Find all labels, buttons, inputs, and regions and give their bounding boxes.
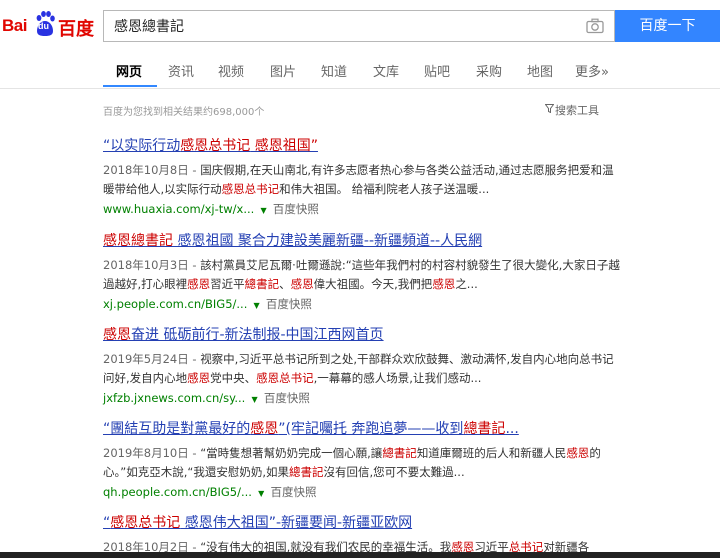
- result-url-line: qh.people.com.cn/BIG5/... ▼ 百度快照: [103, 484, 623, 500]
- search-result: “感恩总书记 感恩伟大祖国”-新疆要闻-新疆亚欧网 2018年10月2日 - “…: [103, 512, 623, 557]
- logo-text-bai: Bai: [2, 16, 27, 35]
- result-abstract: 2019年5月24日 - 视察中,习近平总书记所到之处,干部群众欢欣鼓舞、激动满…: [103, 352, 614, 385]
- dropdown-arrow-icon[interactable]: ▼: [251, 301, 262, 310]
- tab-news[interactable]: 资讯: [168, 61, 194, 80]
- search-input[interactable]: [114, 11, 584, 41]
- logo-text-cn: 百度: [58, 19, 94, 40]
- result-url[interactable]: qh.people.com.cn/BIG5/...: [103, 485, 252, 499]
- header: Bai du 百度 百度一下: [0, 0, 720, 52]
- tab-map[interactable]: 地图: [527, 61, 553, 80]
- filter-icon: [545, 104, 554, 113]
- snapshot-link[interactable]: 百度快照: [273, 202, 319, 216]
- result-title-link[interactable]: “以实际行动感恩总书记 感恩祖国”: [103, 135, 623, 155]
- result-abstract: 2018年10月3日 - 該村黨員艾尼瓦爾·吐爾遜說:“這些年我們村的村容村貌發…: [103, 258, 620, 291]
- dropdown-arrow-icon[interactable]: ▼: [249, 395, 260, 404]
- dropdown-arrow-icon[interactable]: ▼: [258, 206, 269, 215]
- baidu-logo[interactable]: Bai du 百度: [0, 10, 96, 40]
- result-title-link[interactable]: 感恩總書記 感恩祖國 聚合力建設美麗新疆--新疆頻道--人民網: [103, 230, 623, 250]
- result-url[interactable]: jxfzb.jxnews.com.cn/sy...: [103, 391, 245, 405]
- search-result: 感恩奋进 砥砺前行-新法制报-中国江西网首页 2019年5月24日 - 视察中,…: [103, 324, 623, 406]
- tab-video[interactable]: 视频: [218, 61, 244, 80]
- result-url[interactable]: xj.people.com.cn/BIG5/...: [103, 297, 247, 311]
- dropdown-arrow-icon[interactable]: ▼: [256, 489, 267, 498]
- result-title-link[interactable]: 感恩奋进 砥砺前行-新法制报-中国江西网首页: [103, 324, 623, 344]
- search-box: [103, 10, 615, 42]
- snapshot-link[interactable]: 百度快照: [266, 297, 312, 311]
- logo-text-du: du: [38, 21, 49, 31]
- search-button[interactable]: 百度一下: [615, 10, 720, 42]
- search-tools-label: 搜索工具: [555, 104, 599, 117]
- tab-more[interactable]: 更多»: [575, 61, 609, 80]
- search-result: “以实际行动感恩总书记 感恩祖国” 2018年10月8日 - 国庆假期,在天山南…: [103, 135, 623, 217]
- snapshot-link[interactable]: 百度快照: [271, 485, 317, 499]
- tab-zhidao[interactable]: 知道: [321, 61, 347, 80]
- nav-tabs: 网页 资讯 视频 图片 知道 文库 贴吧 采购 地图 更多»: [0, 52, 720, 89]
- result-abstract: 2019年8月10日 - “當時隻想著幫奶奶完成一個心願,讓總書記知道庫爾班的后…: [103, 446, 601, 479]
- camera-icon[interactable]: [586, 18, 604, 34]
- result-stats: 百度为您找到相关结果约698,000个: [103, 107, 265, 118]
- tab-web[interactable]: 网页: [116, 61, 142, 80]
- taskbar-edge: [0, 552, 720, 558]
- tab-wenku[interactable]: 文库: [373, 61, 399, 80]
- result-url-line: jxfzb.jxnews.com.cn/sy... ▼ 百度快照: [103, 390, 623, 406]
- search-result: “團結互助是對黨最好的感恩”(牢記囑托 奔跑追夢——收到總書記... 2019年…: [103, 418, 623, 500]
- tab-tieba[interactable]: 贴吧: [424, 61, 450, 80]
- result-url[interactable]: www.huaxia.com/xj-tw/x...: [103, 202, 254, 216]
- active-tab-indicator: [103, 85, 157, 87]
- result-title-link[interactable]: “團結互助是對黨最好的感恩”(牢記囑托 奔跑追夢——收到總書記...: [103, 418, 623, 438]
- tab-shopping[interactable]: 采购: [476, 61, 502, 80]
- result-url-line: xj.people.com.cn/BIG5/... ▼ 百度快照: [103, 296, 623, 312]
- search-tools[interactable]: 搜索工具: [545, 102, 599, 118]
- result-abstract: 2018年10月8日 - 国庆假期,在天山南北,有许多志愿者热心参与各类公益活动…: [103, 163, 614, 196]
- tab-images[interactable]: 图片: [270, 61, 296, 80]
- snapshot-link[interactable]: 百度快照: [264, 391, 310, 405]
- result-title-link[interactable]: “感恩总书记 感恩伟大祖国”-新疆要闻-新疆亚欧网: [103, 512, 623, 532]
- result-url-line: www.huaxia.com/xj-tw/x... ▼ 百度快照: [103, 201, 623, 217]
- search-result: 感恩總書記 感恩祖國 聚合力建設美麗新疆--新疆頻道--人民網 2018年10月…: [103, 230, 623, 312]
